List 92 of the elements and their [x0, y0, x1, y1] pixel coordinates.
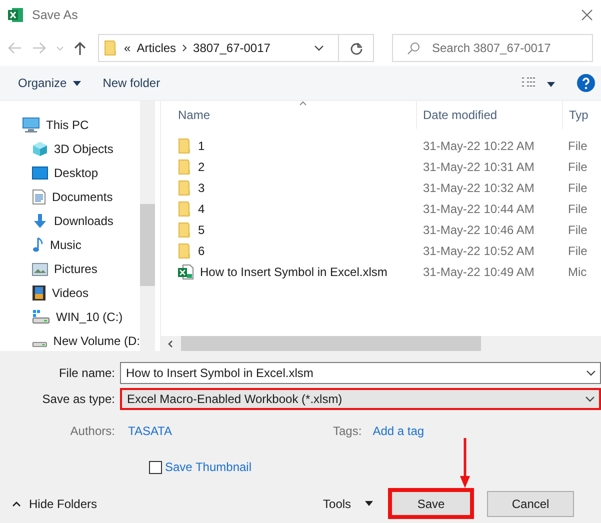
- overflow-chevrons[interactable]: «: [124, 41, 131, 55]
- horizontal-scrollbar[interactable]: [161, 336, 601, 351]
- address-bar[interactable]: « Articles 3807_67-0017: [98, 34, 374, 62]
- column-header[interactable]: Typ: [569, 108, 588, 122]
- type-cell: File: [568, 138, 588, 152]
- authors-link[interactable]: TASATA: [128, 424, 333, 438]
- file-name[interactable]: 4: [198, 202, 205, 216]
- field-label: File name:: [58, 366, 116, 380]
- search-field[interactable]: Search 3807_67-0017: [392, 34, 593, 62]
- new-folder-button[interactable]: New folder: [102, 76, 160, 90]
- chevron-right-icon: [182, 44, 188, 52]
- caret-icon: [547, 82, 555, 87]
- date-cell: 31-May-22 10:32 AM: [423, 180, 534, 194]
- type-cell: File: [568, 244, 588, 258]
- date-cell: 31-May-22 10:31 AM: [423, 160, 534, 174]
- type-cell: File: [568, 222, 588, 236]
- vertical-scrollbar[interactable]: [140, 101, 155, 351]
- dropdown-chevron-icon: [585, 396, 595, 402]
- folder-icon: [178, 180, 192, 196]
- file-name[interactable]: 3: [198, 180, 205, 194]
- date-cell: 31-May-22 10:52 AM: [423, 244, 534, 258]
- dropdown-chevron-icon: [586, 370, 596, 376]
- folder-icon: [178, 138, 192, 154]
- type-cell: Mic: [568, 264, 587, 278]
- sidebar-item[interactable]: WIN_10 (C:): [56, 310, 123, 324]
- type-cell: File: [568, 202, 588, 216]
- breadcrumb-item[interactable]: Articles: [136, 41, 176, 55]
- computer-icon: [22, 117, 40, 133]
- sidebar-item[interactable]: Documents: [52, 190, 113, 204]
- drive-icon: [32, 340, 48, 348]
- sidebar-item[interactable]: Videos: [52, 286, 88, 300]
- file-name-field[interactable]: How to Insert Symbol in Excel.xlsm: [120, 362, 601, 384]
- type-cell: File: [568, 160, 588, 174]
- help-icon[interactable]: [577, 74, 595, 92]
- search-icon: [407, 42, 420, 54]
- folder-icon: [178, 222, 192, 238]
- spreadsheet-app-icon: [8, 7, 24, 23]
- sidebar-item[interactable]: Music: [50, 238, 82, 252]
- scroll-left-icon[interactable]: [167, 340, 173, 348]
- breadcrumb-item[interactable]: 3807_67-0017: [193, 41, 270, 55]
- desktop-icon: [32, 166, 48, 180]
- column-header[interactable]: Date modified: [423, 108, 498, 122]
- folder-icon: [104, 40, 118, 56]
- save-type-dropdown[interactable]: Excel Macro-Enabled Workbook (*.xlsm): [120, 388, 601, 410]
- folder-icon: [178, 242, 192, 258]
- date-cell: 31-May-22 10:46 AM: [423, 222, 534, 236]
- caret-icon: [365, 501, 374, 506]
- sidebar-item[interactable]: New Volume (D:: [53, 334, 140, 348]
- caret-up-icon: [12, 500, 21, 506]
- file-name[interactable]: How to Insert Symbol in Excel.xlsm: [200, 264, 388, 278]
- field-label: Tags:: [333, 424, 362, 438]
- field-label: Save as type:: [41, 392, 116, 406]
- cancel-button[interactable]: Cancel: [487, 490, 574, 516]
- music-note-icon: [32, 237, 44, 253]
- column-header[interactable]: Name: [178, 108, 210, 122]
- file-name[interactable]: 6: [198, 244, 205, 258]
- add-tag-link[interactable]: Add a tag: [372, 424, 424, 438]
- file-name[interactable]: 5: [198, 222, 205, 236]
- file-name[interactable]: 1: [198, 138, 205, 152]
- sidebar-item[interactable]: 3D Objects: [54, 142, 114, 156]
- close-icon[interactable]: [581, 9, 593, 21]
- tools-menu[interactable]: Tools: [323, 496, 352, 510]
- up-arrow-icon[interactable]: [74, 41, 86, 55]
- window-title: Save As: [32, 8, 78, 22]
- checkbox-label[interactable]: Save Thumbnail: [165, 460, 252, 474]
- picture-icon: [32, 262, 48, 276]
- type-cell: File: [568, 180, 588, 194]
- dropdown-chevron-icon: [314, 45, 324, 51]
- document-icon: [32, 189, 46, 205]
- date-cell: 31-May-22 10:44 AM: [423, 202, 534, 216]
- date-cell: 31-May-22 10:22 AM: [423, 138, 534, 152]
- film-icon: [32, 285, 46, 301]
- file-name[interactable]: 2: [198, 160, 205, 174]
- save-button[interactable]: Save: [388, 488, 474, 519]
- sidebar-item[interactable]: Pictures: [54, 262, 98, 276]
- drive-icon: [32, 309, 50, 325]
- refresh-icon[interactable]: [350, 42, 362, 54]
- cube-icon: [32, 141, 48, 157]
- date-cell: 31-May-22 10:49 AM: [423, 264, 534, 278]
- sidebar-item[interactable]: Desktop: [54, 166, 98, 180]
- sort-caret-icon: [299, 101, 307, 106]
- sidebar-item[interactable]: Downloads: [54, 214, 114, 228]
- field-label: Authors:: [69, 424, 116, 438]
- folder-icon: [178, 200, 192, 216]
- hide-folders-button[interactable]: Hide Folders: [12, 496, 98, 510]
- download-arrow-icon: [32, 213, 48, 229]
- sidebar-item[interactable]: This PC: [46, 118, 89, 132]
- folder-icon: [178, 158, 192, 174]
- caret-icon: [72, 80, 81, 86]
- spreadsheet-file-icon: [178, 264, 194, 280]
- checkbox[interactable]: [149, 460, 162, 474]
- organize-menu[interactable]: Organize: [18, 76, 81, 90]
